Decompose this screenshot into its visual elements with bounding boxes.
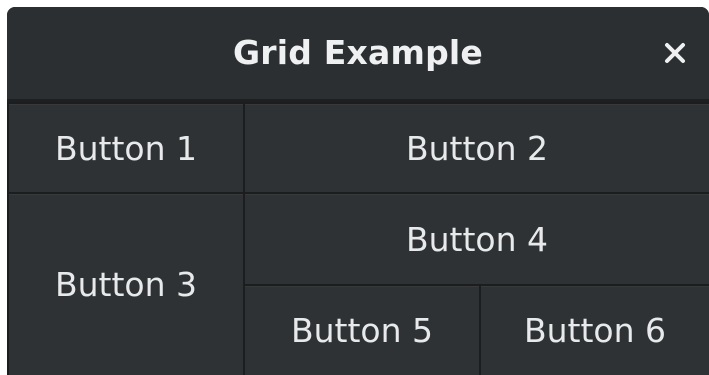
button-4-label: Button 4 <box>405 219 549 259</box>
button-1-label: Button 1 <box>54 128 198 168</box>
close-button[interactable] <box>655 33 695 73</box>
grid-example-window: Grid Example Button 1 Button 2 Button 3 … <box>7 7 709 375</box>
button-2[interactable]: Button 2 <box>243 102 709 194</box>
button-2-label: Button 2 <box>405 128 549 168</box>
button-4[interactable]: Button 4 <box>243 192 709 286</box>
button-5-label: Button 5 <box>290 311 434 350</box>
button-6-label: Button 6 <box>523 311 667 350</box>
button-1[interactable]: Button 1 <box>7 102 245 194</box>
title-bar[interactable]: Grid Example <box>7 7 709 102</box>
button-5[interactable]: Button 5 <box>243 284 481 375</box>
button-6[interactable]: Button 6 <box>479 284 709 375</box>
close-icon <box>665 43 685 63</box>
button-3[interactable]: Button 3 <box>7 192 245 375</box>
window-title: Grid Example <box>233 33 483 72</box>
button-3-label: Button 3 <box>54 265 198 304</box>
